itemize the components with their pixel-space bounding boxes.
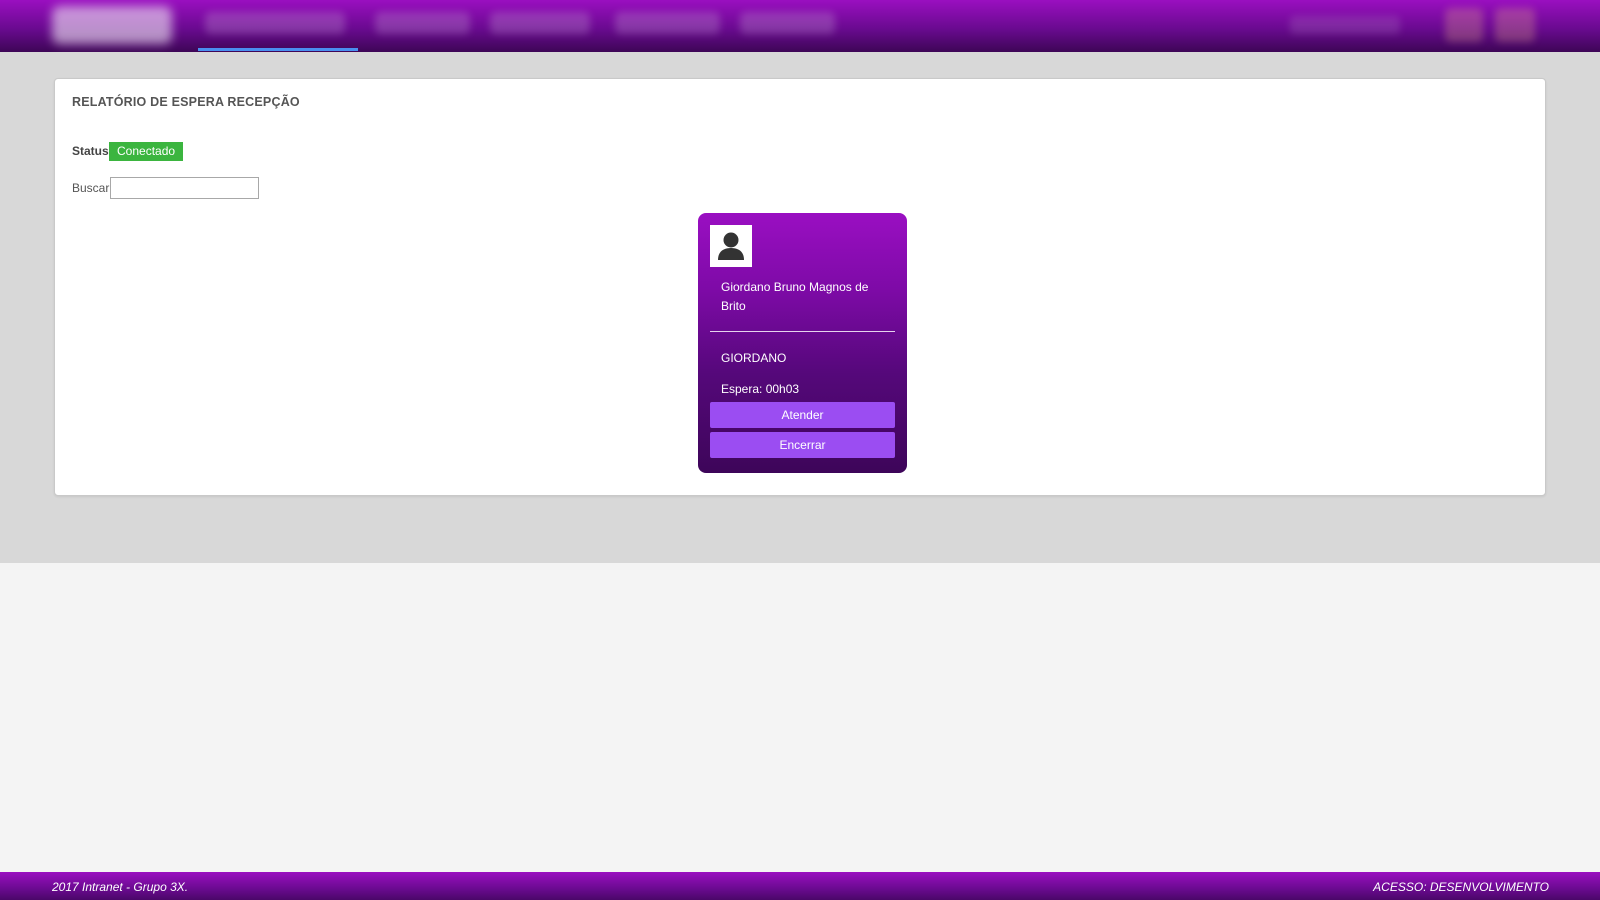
nav-item-5[interactable] (740, 12, 835, 34)
patient-username: GIORDANO (721, 351, 787, 365)
nav-active-indicator (198, 48, 358, 51)
close-button[interactable]: Encerrar (710, 432, 895, 458)
user-avatar[interactable] (1445, 8, 1483, 42)
card-divider (710, 331, 895, 332)
nav-item-3[interactable] (490, 12, 590, 34)
status-badge: Conectado (109, 142, 184, 161)
status-label: Status: (72, 144, 113, 158)
wait-time: Espera: 00h03 (721, 382, 800, 396)
footer-copyright: 2017 Intranet - Grupo 3X. (52, 880, 189, 894)
patient-name: Giordano Bruno Magnos de Brito (721, 280, 869, 313)
patient-card: Giordano Bruno Magnos de Brito GIORDANO … (698, 213, 907, 473)
footer-bar: 2017 Intranet - Grupo 3X. ACESSO: DESENV… (0, 872, 1600, 900)
top-navigation-bar (0, 0, 1600, 52)
search-label: Buscar (72, 181, 110, 195)
company-logo[interactable] (52, 6, 172, 44)
user-name (1290, 16, 1400, 34)
nav-item-2[interactable] (375, 12, 470, 34)
attend-button[interactable]: Atender (710, 402, 895, 428)
nav-item-4[interactable] (615, 12, 720, 34)
nav-item-1[interactable] (205, 12, 345, 34)
waiting-report-panel: RELATÓRIO DE ESPERA RECEPÇÃO Status: Con… (54, 78, 1546, 496)
footer-access-level: ACESSO: DESENVOLVIMENTO (1373, 880, 1549, 894)
user-silhouette-icon (710, 225, 752, 267)
page-title: RELATÓRIO DE ESPERA RECEPÇÃO (72, 95, 300, 109)
user-menu[interactable] (1495, 8, 1535, 42)
search-input[interactable] (110, 177, 259, 199)
